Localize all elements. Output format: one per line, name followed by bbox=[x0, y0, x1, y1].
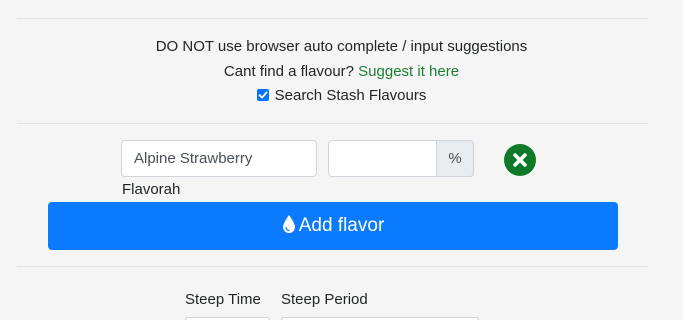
suggest-line: Cant find a flavour? Suggest it here bbox=[0, 63, 683, 81]
checkmark-icon bbox=[258, 91, 268, 99]
search-stash-option[interactable]: Search Stash Flavours bbox=[0, 87, 683, 105]
page: DO NOT use browser auto complete / input… bbox=[0, 0, 683, 320]
add-flavor-button[interactable]: Add flavor bbox=[48, 202, 618, 250]
steep-time-label: Steep Time bbox=[185, 291, 261, 308]
cant-find-text: Cant find a flavour? bbox=[223, 63, 354, 80]
steep-period-label: Steep Period bbox=[281, 291, 368, 308]
percent-input[interactable] bbox=[328, 140, 436, 177]
percent-input-group: % bbox=[328, 140, 474, 177]
search-stash-label: Search Stash Flavours bbox=[274, 87, 427, 104]
search-stash-checkbox[interactable] bbox=[256, 89, 269, 101]
divider bbox=[17, 266, 648, 267]
flavor-name-input[interactable]: Alpine Strawberry bbox=[121, 140, 317, 177]
close-circle-icon bbox=[513, 153, 527, 167]
droplet-icon bbox=[282, 205, 296, 253]
suggest-link[interactable]: Suggest it here bbox=[358, 63, 459, 80]
flavor-vendor: Flavorah bbox=[122, 181, 181, 198]
remove-flavor-button[interactable] bbox=[504, 144, 536, 176]
divider bbox=[17, 123, 648, 124]
percent-addon: % bbox=[436, 140, 474, 177]
add-flavor-label: Add flavor bbox=[298, 215, 385, 236]
autocomplete-notice: DO NOT use browser auto complete / input… bbox=[155, 38, 528, 55]
divider bbox=[17, 18, 648, 19]
